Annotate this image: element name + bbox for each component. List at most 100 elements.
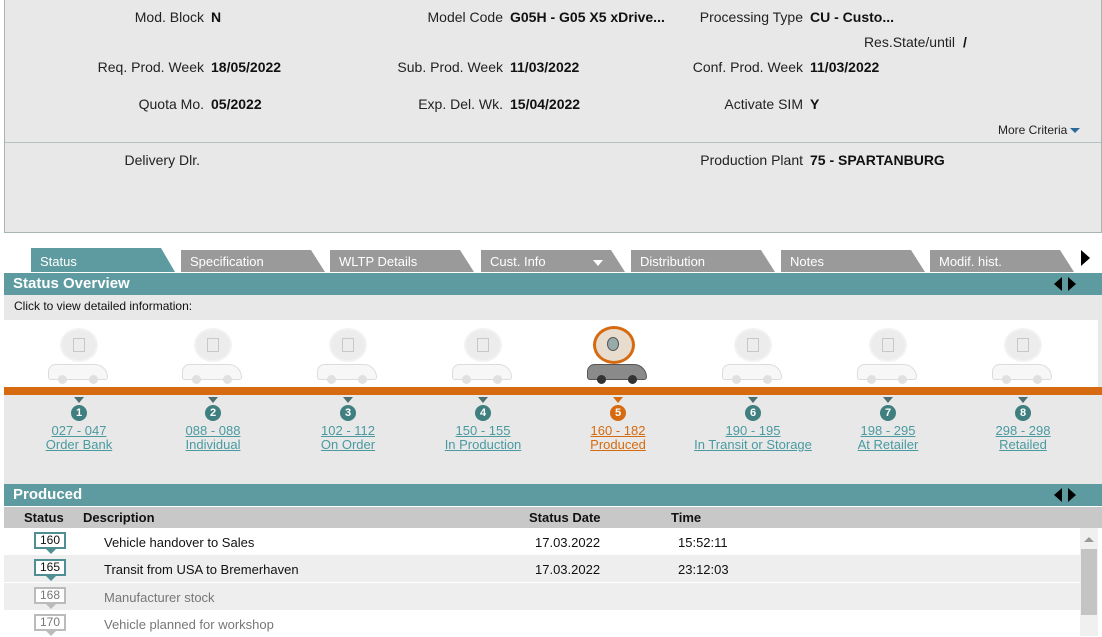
sub-prod-week-label: Sub. Prod. Week xyxy=(397,59,503,75)
handshake-icon xyxy=(1004,328,1042,362)
previous-arrow-icon[interactable] xyxy=(1054,277,1062,291)
column-status-date[interactable]: Status Date xyxy=(529,510,601,525)
mod-block-label: Mod. Block xyxy=(134,9,204,25)
column-status[interactable]: Status xyxy=(24,510,64,525)
car-icon xyxy=(182,364,242,384)
step-range-link[interactable]: 298 - 298 xyxy=(958,423,1088,438)
car-icon xyxy=(452,364,512,384)
status-step-in-transit[interactable]: 6 190 - 195 In Transit or Storage xyxy=(688,320,818,470)
step-range-link[interactable]: 088 - 088 xyxy=(148,423,278,438)
status-step-order-bank[interactable]: 1 027 - 047 Order Bank xyxy=(14,320,144,470)
step-name-link[interactable]: In Production xyxy=(418,437,548,452)
table-row[interactable]: 168 Manufacturer stock xyxy=(4,583,1080,610)
dropdown-arrow-icon xyxy=(593,260,603,266)
produced-table-header: Status Description Status Date Time xyxy=(4,507,1102,528)
processing-type-value: CU - Custo... xyxy=(810,9,894,25)
step-number: 7 xyxy=(880,405,896,421)
step-range-link[interactable]: 102 - 112 xyxy=(283,423,413,438)
status-step-on-order[interactable]: 3 102 - 112 On Order xyxy=(283,320,413,470)
tab-status[interactable]: Status xyxy=(31,248,175,272)
column-description[interactable]: Description xyxy=(83,510,155,525)
car-icon xyxy=(317,364,377,384)
step-marker-icon xyxy=(613,397,623,403)
row-date: 17.03.2022 xyxy=(535,562,601,577)
step-range-link[interactable]: 190 - 195 xyxy=(688,423,818,438)
step-number: 1 xyxy=(71,405,87,421)
step-name-link[interactable]: Individual xyxy=(148,437,278,452)
status-overview-bar: Status Overview xyxy=(4,273,1102,295)
scrollbar-thumb[interactable] xyxy=(1081,549,1097,615)
status-overview-hint: Click to view detailed information: xyxy=(14,299,193,313)
step-name-link[interactable]: Retailed xyxy=(958,437,1088,452)
step-range-link[interactable]: 160 - 182 xyxy=(553,423,683,438)
tab-distribution[interactable]: Distribution xyxy=(631,250,775,272)
req-prod-week-value: 18/05/2022 xyxy=(211,59,282,75)
step-range-link[interactable]: 198 - 295 xyxy=(823,423,953,438)
tab-specification[interactable]: Specification xyxy=(181,250,325,272)
scroll-up-icon[interactable] xyxy=(1084,537,1094,542)
more-criteria-label: More Criteria xyxy=(998,123,1068,137)
step-number: 3 xyxy=(340,405,356,421)
table-scrollbar[interactable] xyxy=(1080,528,1098,636)
tab-wltp-details-label: WLTP Details xyxy=(339,254,418,269)
quota-mo-value: 05/2022 xyxy=(211,96,262,112)
produced-title: Produced xyxy=(13,486,83,503)
car-icon xyxy=(857,364,917,384)
step-number: 5 xyxy=(610,405,626,421)
car-icon xyxy=(48,364,108,384)
tab-scroll-right-icon[interactable] xyxy=(1081,250,1090,266)
production-plant-value: 75 - SPARTANBURG xyxy=(810,152,945,168)
table-row[interactable]: 160 Vehicle handover to Sales 17.03.2022… xyxy=(4,528,1080,555)
step-name-link[interactable]: In Transit or Storage xyxy=(688,437,818,452)
step-name-link[interactable]: Order Bank xyxy=(14,437,144,452)
step-number: 2 xyxy=(205,405,221,421)
next-arrow-icon[interactable] xyxy=(1068,488,1076,502)
tab-status-label: Status xyxy=(40,254,77,269)
step-name-link[interactable]: On Order xyxy=(283,437,413,452)
status-step-retailed[interactable]: 8 298 - 298 Retailed xyxy=(958,320,1088,470)
status-step-in-production[interactable]: 4 150 - 155 In Production xyxy=(418,320,548,470)
res-state-label: Res.State/until xyxy=(863,34,955,50)
tab-cust-info-label: Cust. Info xyxy=(490,254,546,269)
step-range-link[interactable]: 150 - 155 xyxy=(418,423,548,438)
quota-mo-label: Quota Mo. xyxy=(138,96,204,112)
tab-notes-label: Notes xyxy=(790,254,824,269)
more-criteria-link[interactable]: More Criteria xyxy=(998,123,1081,137)
step-name-link[interactable]: At Retailer xyxy=(823,437,953,452)
column-time[interactable]: Time xyxy=(671,510,701,525)
checklist-icon xyxy=(194,328,232,362)
delivery-dlr-label: Delivery Dlr. xyxy=(124,152,200,168)
mod-block-value: N xyxy=(211,9,222,25)
step-marker-icon xyxy=(1018,397,1028,403)
status-step-at-retailer[interactable]: 7 198 - 295 At Retailer xyxy=(823,320,953,470)
tab-modif-hist[interactable]: Modif. hist. xyxy=(930,250,1074,272)
previous-arrow-icon[interactable] xyxy=(1054,488,1062,502)
car-icon xyxy=(722,364,782,384)
step-range-link[interactable]: 027 - 047 xyxy=(14,423,144,438)
status-overview-title: Status Overview xyxy=(13,275,130,292)
row-date: 17.03.2022 xyxy=(535,535,601,550)
tab-notes[interactable]: Notes xyxy=(781,250,925,272)
conveyor-icon xyxy=(464,328,502,362)
header-divider xyxy=(5,142,1101,143)
exp-del-wk-value: 15/04/2022 xyxy=(510,96,581,112)
status-overview-area: Click to view detailed information: 1 02… xyxy=(4,295,1102,484)
tab-wltp-details[interactable]: WLTP Details xyxy=(330,250,474,272)
table-row[interactable]: 170 Vehicle planned for workshop xyxy=(4,610,1080,637)
sub-prod-week-value: 11/03/2022 xyxy=(510,59,580,75)
status-code-badge: 160 xyxy=(34,532,66,554)
cars-icon xyxy=(869,328,907,362)
table-row[interactable]: 165 Transit from USA to Bremerhaven 17.0… xyxy=(4,555,1080,582)
tab-specification-label: Specification xyxy=(190,254,264,269)
status-code-badge: 165 xyxy=(34,559,66,581)
model-code-label: Model Code xyxy=(427,9,504,25)
activate-sim-value: Y xyxy=(810,96,820,112)
next-arrow-icon[interactable] xyxy=(1068,277,1076,291)
tab-modif-hist-label: Modif. hist. xyxy=(939,254,1002,269)
tab-cust-info[interactable]: Cust. Info xyxy=(481,250,625,272)
status-step-individual[interactable]: 2 088 - 088 Individual xyxy=(148,320,278,470)
car-icon xyxy=(992,364,1052,384)
status-step-produced[interactable]: 5 160 - 182 Produced xyxy=(553,320,683,470)
wrench-icon xyxy=(734,328,772,362)
step-name-link[interactable]: Produced xyxy=(553,437,683,452)
